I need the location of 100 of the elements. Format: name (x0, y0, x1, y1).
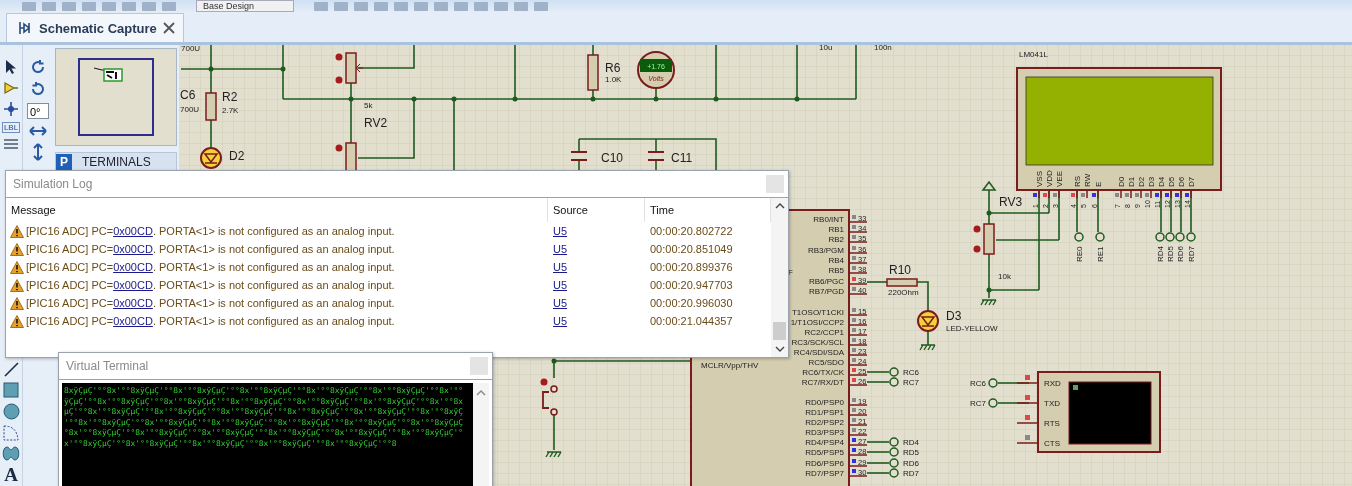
pin-label: 1/T1OSI/CCP2 (790, 318, 844, 327)
arc-icon[interactable] (3, 425, 19, 441)
log-message: [PIC16 ADC] PC=0x00CD. PORTA<1> is not configured as an analog input. (26, 279, 395, 291)
pin-line (1130, 189, 1132, 199)
pin-label: RW (1083, 173, 1092, 187)
toolbar-button[interactable] (374, 1, 388, 11)
junction-icon[interactable] (3, 101, 19, 117)
pin-line (848, 374, 868, 376)
rotate-clockwise-icon[interactable] (30, 59, 46, 75)
toolbar-button[interactable] (434, 1, 448, 11)
address-link[interactable]: 0x00CD (113, 279, 153, 291)
pin-line (848, 324, 868, 326)
pin-line (1180, 189, 1182, 199)
source-link[interactable]: U5 (548, 261, 568, 273)
component-icon[interactable] (3, 80, 19, 96)
toolbar-button[interactable] (62, 1, 76, 11)
time-cell-text: 00:00:21.044357 (649, 315, 734, 327)
rotate-counterclockwise-icon[interactable] (30, 81, 46, 97)
flip-horizontal-icon[interactable] (29, 125, 47, 137)
close-button[interactable] (766, 175, 784, 193)
toolbar-button[interactable] (454, 1, 468, 11)
text-tool[interactable]: A (4, 466, 18, 484)
toolbar-button[interactable] (22, 1, 36, 11)
wire (916, 281, 929, 312)
part-value: 220Ohm (888, 288, 919, 297)
pin-label: RC5/SDO (808, 358, 844, 367)
terminal-label: RE0 (1075, 246, 1084, 262)
log-message: [PIC16 ADC] PC=0x00CD. PORTA<1> is not configured as an analog input. (26, 243, 395, 255)
wire (866, 371, 890, 373)
warning-icon (10, 242, 24, 256)
scroll-down-icon[interactable] (774, 346, 785, 353)
scroll-up-icon[interactable] (774, 202, 785, 209)
shape-icon[interactable] (2, 446, 20, 461)
toolbar-button[interactable] (102, 1, 116, 11)
toolbar-button[interactable] (494, 1, 508, 11)
pin-line (1016, 442, 1039, 444)
rectangle-icon[interactable] (3, 382, 19, 398)
address-link[interactable]: 0x00CD (113, 243, 153, 255)
circle-icon[interactable] (2, 403, 20, 420)
toolbar-button[interactable] (354, 1, 368, 11)
wire (866, 472, 890, 474)
pin-label: D3 (1147, 176, 1156, 187)
part-value: 1.0K (605, 75, 622, 84)
source-link[interactable]: U5 (548, 315, 568, 327)
wire (210, 119, 212, 149)
address-link[interactable]: 0x00CD (113, 315, 153, 327)
toolbar-button[interactable] (514, 1, 528, 11)
column-header[interactable]: Source (548, 198, 645, 222)
close-icon[interactable] (162, 22, 175, 34)
junction-dot (451, 96, 457, 102)
pin-label: RD1/PSP1 (805, 408, 844, 417)
source-link[interactable]: U5 (548, 225, 568, 237)
pin-line (848, 293, 868, 295)
scrollbar[interactable] (771, 198, 788, 357)
toolbar-button[interactable] (534, 1, 548, 11)
source-link[interactable]: U5 (548, 243, 568, 255)
toolbar-button[interactable] (394, 1, 408, 11)
pin-label: RD6/PSP6 (805, 459, 844, 468)
overview-panel[interactable] (55, 48, 177, 146)
close-button[interactable] (470, 357, 488, 375)
terminal-label: RE1 (1096, 246, 1105, 262)
mode-key[interactable]: P (56, 154, 72, 170)
toolbar-button[interactable] (122, 1, 136, 11)
design-dropdown[interactable]: Base Design (196, 0, 294, 12)
toolbar-button[interactable] (314, 1, 328, 11)
wire (866, 381, 890, 383)
tab[interactable]: Schematic Capture (6, 13, 184, 42)
junction-dot (208, 66, 214, 72)
scroll-thumb[interactable] (773, 322, 786, 340)
column-header[interactable]: Message (6, 198, 548, 222)
list-icon[interactable] (3, 138, 19, 152)
toolbar-button[interactable] (42, 1, 56, 11)
line-icon[interactable] (3, 361, 19, 377)
capacitor-symbol (570, 151, 588, 161)
toolbar-button[interactable] (82, 1, 96, 11)
pointer-icon[interactable] (5, 59, 17, 75)
toolbar-button[interactable] (162, 1, 176, 11)
toolbar-button[interactable] (414, 1, 428, 11)
label-tool[interactable]: LBL (1, 122, 21, 133)
log-message: [PIC16 ADC] PC=0x00CD. PORTA<1> is not configured as an analog input. (26, 297, 395, 309)
address-link[interactable]: 0x00CD (113, 297, 153, 309)
terminal-label: RC6 (903, 368, 919, 377)
pin-line (848, 364, 868, 366)
flip-vertical-icon[interactable] (32, 143, 44, 161)
log-message: [PIC16 ADC] PC=0x00CD. PORTA<1> is not configured as an analog input. (26, 261, 395, 273)
rotation-field[interactable]: 0° (27, 103, 49, 119)
wire (592, 45, 594, 56)
pin-line (848, 424, 868, 426)
toolbar-button[interactable] (334, 1, 348, 11)
wire (866, 451, 890, 453)
source-link[interactable]: U5 (548, 297, 568, 309)
address-link[interactable]: 0x00CD (113, 225, 153, 237)
time-cell-text: 00:00:20.802722 (649, 225, 734, 237)
pin-label: TXD (1044, 399, 1060, 408)
pin-line (848, 354, 868, 356)
toolbar-button[interactable] (142, 1, 156, 11)
address-link[interactable]: 0x00CD (113, 261, 153, 273)
toolbar-button[interactable] (474, 1, 488, 11)
part-value: 2.7K (222, 106, 239, 115)
source-link[interactable]: U5 (548, 279, 568, 291)
